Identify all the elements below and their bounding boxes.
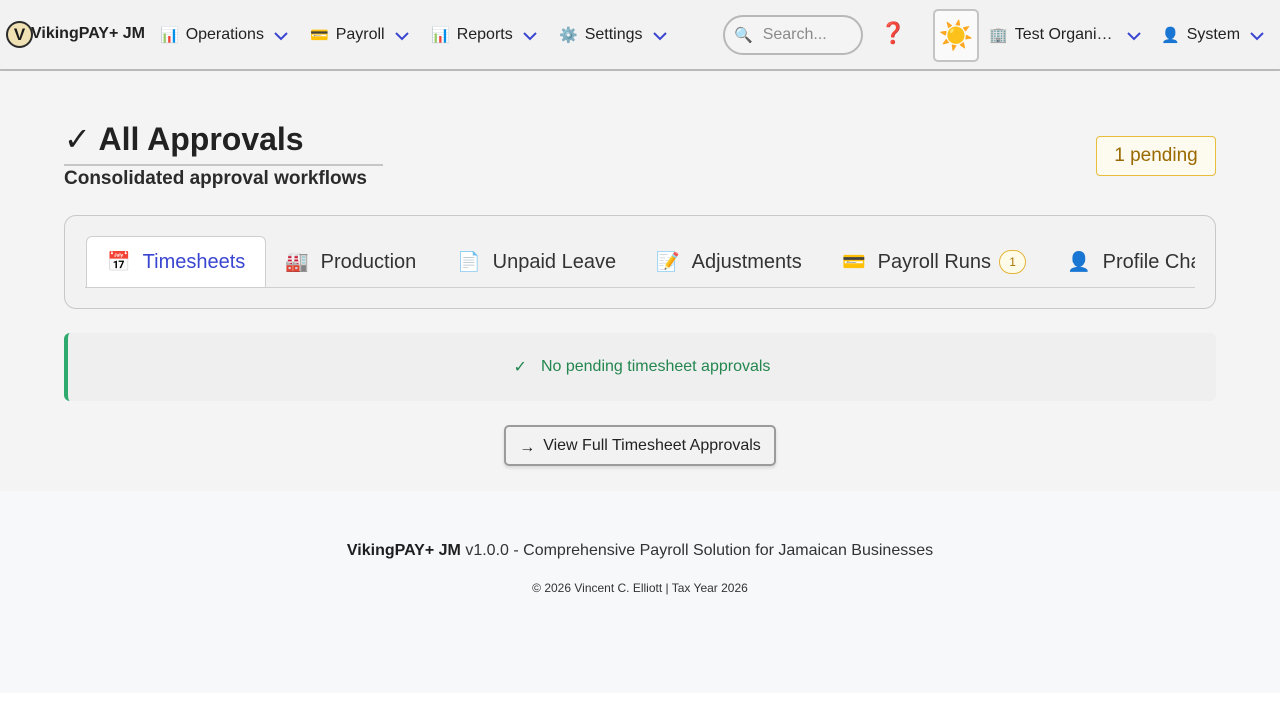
gear-icon: ⚙️	[559, 27, 578, 44]
logo-icon: V	[6, 20, 33, 48]
search-box[interactable]: 🔍	[723, 15, 863, 55]
pending-badge: 1 pending	[1096, 136, 1216, 176]
tab-label: Production	[320, 250, 417, 273]
page-subtitle: Consolidated approval workflows	[64, 168, 367, 189]
tab-profile-changes[interactable]: 👤 Profile Cha	[1067, 236, 1195, 287]
arrow-right-icon: →	[519, 438, 536, 456]
user-icon: 👤	[1067, 252, 1091, 273]
credit-card-icon: 💳	[310, 27, 329, 44]
user-label: System	[1186, 26, 1241, 43]
building-icon: 🏢	[989, 27, 1008, 44]
nav-reports-label: Reports	[456, 26, 513, 43]
chevron-down-icon	[1126, 28, 1142, 44]
empty-state-alert: ✓ No pending timesheet approvals	[64, 333, 1216, 401]
bar-chart-icon: 📊	[431, 27, 450, 44]
tab-adjustments[interactable]: 📝 Adjustments	[656, 236, 802, 287]
button-label: View Full Timesheet Approvals	[543, 436, 761, 454]
nav-operations-label: Operations	[185, 26, 264, 43]
document-icon: 📄	[457, 252, 481, 273]
tab-unpaid-leave[interactable]: 📄 Unpaid Leave	[457, 236, 617, 287]
tab-label: Unpaid Leave	[492, 250, 617, 273]
organization-label: Test Organi…	[1014, 26, 1113, 43]
theme-toggle-button[interactable]: ☀️	[933, 9, 979, 62]
title-divider	[64, 164, 383, 166]
brand[interactable]: V VikingPAY+ JM	[6, 19, 145, 49]
tabs-card: 📅 Timesheets 🏭 Production 📄 Unpaid Leave…	[64, 215, 1216, 309]
page-title: ✓ All Approvals	[64, 121, 304, 157]
user-menu[interactable]: 👤 System	[1161, 24, 1265, 46]
tab-timesheets[interactable]: 📅 Timesheets	[86, 236, 267, 287]
user-icon: 👤	[1161, 27, 1180, 44]
footer-tagline: VikingPAY+ JM v1.0.0 - Comprehensive Pay…	[0, 542, 1280, 560]
check-icon: ✓	[513, 359, 527, 376]
tab-production[interactable]: 🏭 Production	[285, 236, 417, 287]
footer: VikingPAY+ JM v1.0.0 - Comprehensive Pay…	[0, 491, 1280, 693]
nav-settings-label: Settings	[584, 26, 643, 43]
calendar-icon: 📅	[107, 252, 131, 273]
chevron-down-icon	[273, 28, 289, 44]
tab-label: Payroll Runs	[877, 250, 992, 273]
nav-settings[interactable]: ⚙️ Settings	[559, 24, 668, 46]
bar-chart-icon: 📊	[160, 27, 179, 44]
nav-payroll-label: Payroll	[335, 26, 385, 43]
tab-label: Profile Cha	[1102, 250, 1195, 273]
tab-label: Timesheets	[142, 250, 246, 273]
chevron-down-icon	[1249, 28, 1265, 44]
nav-operations[interactable]: 📊 Operations	[160, 24, 289, 46]
chevron-down-icon	[522, 28, 538, 44]
brand-name: VikingPAY+ JM	[31, 25, 145, 42]
credit-card-icon: 💳	[842, 252, 866, 273]
alert-text: No pending timesheet approvals	[540, 358, 771, 375]
tab-bar: 📅 Timesheets 🏭 Production 📄 Unpaid Leave…	[85, 236, 1195, 288]
top-navbar: V VikingPAY+ JM 📊 Operations 💳 Payroll 📊…	[0, 0, 1280, 71]
view-full-timesheet-approvals-button[interactable]: → View Full Timesheet Approvals	[504, 425, 776, 466]
tab-label: Adjustments	[691, 250, 802, 273]
footer-brand: VikingPAY+ JM	[346, 542, 461, 559]
tab-payroll-runs[interactable]: 💳 Payroll Runs 1	[842, 236, 1027, 287]
nav-payroll[interactable]: 💳 Payroll	[310, 24, 410, 46]
main-content: ✓ All Approvals Consolidated approval wo…	[0, 72, 1280, 491]
footer-version: v1.0.0 - Comprehensive Payroll Solution …	[465, 542, 934, 559]
organization-dropdown[interactable]: 🏢 Test Organi…	[989, 24, 1142, 46]
nav-reports[interactable]: 📊 Reports	[431, 24, 538, 46]
search-icon: 🔍	[734, 27, 753, 44]
chevron-down-icon	[652, 28, 668, 44]
sun-icon: ☀️	[938, 20, 974, 51]
factory-icon: 🏭	[285, 252, 309, 273]
footer-copyright: © 2026 Vincent C. Elliott | Tax Year 202…	[532, 581, 748, 595]
memo-icon: 📝	[656, 252, 680, 273]
search-input[interactable]	[762, 26, 855, 44]
chevron-down-icon	[394, 28, 410, 44]
help-icon[interactable]: ❓	[880, 22, 906, 46]
tab-count-badge: 1	[999, 250, 1027, 274]
